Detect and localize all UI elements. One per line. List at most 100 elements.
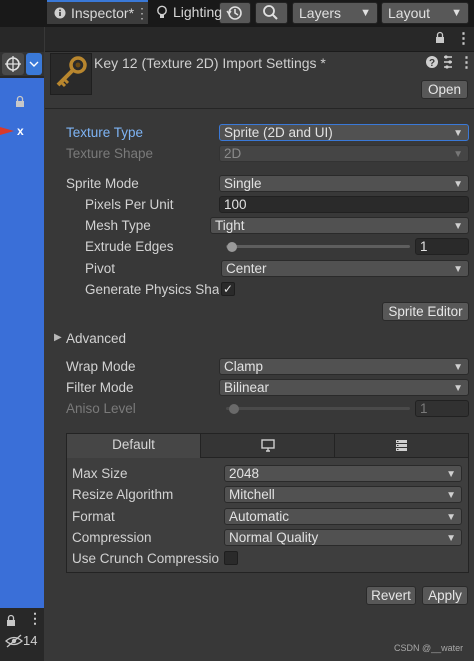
- pivot-value: Center: [226, 261, 267, 276]
- chevron-down-icon: ▼: [453, 179, 463, 190]
- lock-icon[interactable]: [434, 31, 446, 45]
- pixels-per-unit-label: Pixels Per Unit: [85, 197, 174, 212]
- extrude-edges-slider-handle[interactable]: [227, 242, 237, 252]
- texture-type-label: Texture Type: [66, 125, 144, 140]
- chevron-down-icon: ▼: [446, 469, 456, 480]
- apply-button[interactable]: Apply: [422, 586, 468, 605]
- layers-label: Layers: [299, 5, 342, 21]
- chevron-down-icon: ▼: [446, 533, 456, 544]
- filter-mode-label: Filter Mode: [66, 380, 134, 395]
- chevron-right-icon[interactable]: ▶: [54, 332, 62, 343]
- extrude-edges-input[interactable]: 1: [415, 238, 469, 255]
- format-dropdown[interactable]: Automatic ▼: [224, 508, 462, 525]
- compression-dropdown[interactable]: Normal Quality ▼: [224, 529, 462, 546]
- lock-icon[interactable]: [5, 614, 17, 627]
- tab-inspector[interactable]: Inspector* ⋮: [47, 0, 149, 24]
- texture-shape-value: 2D: [224, 146, 242, 161]
- mesh-type-dropdown[interactable]: Tight ▼: [210, 217, 469, 234]
- tab-lighting-label: Lighting: [173, 4, 223, 20]
- checkmark-icon: ✓: [222, 282, 234, 296]
- max-size-dropdown[interactable]: 2048 ▼: [224, 465, 462, 482]
- max-size-value: 2048: [229, 466, 260, 481]
- tab-inspector-label: Inspector*: [71, 5, 135, 21]
- texture-shape-dropdown: 2D ▼: [219, 145, 469, 162]
- mesh-type-label: Mesh Type: [85, 218, 151, 233]
- generate-physics-checkbox[interactable]: ✓: [221, 282, 235, 296]
- format-label: Format: [72, 509, 115, 524]
- tab-bar: [45, 27, 474, 52]
- search-button[interactable]: [255, 2, 288, 24]
- aniso-level-input: 1: [415, 400, 469, 417]
- platform-tab-server[interactable]: [335, 434, 468, 458]
- layout-dropdown[interactable]: Layout ▼: [381, 2, 469, 24]
- wrap-mode-value: Clamp: [224, 359, 264, 374]
- crunch-compression-checkbox[interactable]: [224, 551, 238, 565]
- tab-lighting[interactable]: Lighting: [152, 0, 232, 24]
- wrap-mode-dropdown[interactable]: Clamp ▼: [219, 358, 469, 375]
- kebab-icon[interactable]: ⋮: [456, 29, 471, 47]
- watermark: CSDN @__water: [394, 643, 464, 653]
- crunch-compression-label: Use Crunch Compressio: [72, 551, 220, 566]
- scene-bottom-bar: ⋮ 14: [0, 608, 44, 661]
- kebab-icon[interactable]: ⋮: [459, 53, 474, 71]
- svg-text:?: ?: [429, 58, 435, 69]
- pivot-label: Pivot: [85, 261, 116, 276]
- mesh-type-value: Tight: [215, 218, 245, 233]
- chevron-down-icon: ▼: [360, 7, 371, 19]
- aniso-level-slider-handle: [229, 404, 239, 414]
- filter-mode-value: Bilinear: [224, 380, 270, 395]
- resize-algorithm-dropdown[interactable]: Mitchell ▼: [224, 486, 462, 503]
- chevron-down-icon: ▼: [446, 490, 456, 501]
- platform-tab-default[interactable]: Default: [67, 434, 201, 458]
- scene-view[interactable]: [0, 78, 44, 608]
- open-button[interactable]: Open: [421, 80, 468, 99]
- page-title: Key 12 (Texture 2D) Import Settings *: [94, 55, 326, 71]
- info-icon: [53, 2, 67, 30]
- pixels-per-unit-input[interactable]: 100: [219, 196, 469, 213]
- extrude-edges-slider-track[interactable]: [226, 245, 410, 248]
- server-icon: [396, 440, 407, 451]
- extrude-edges-label: Extrude Edges: [85, 239, 174, 254]
- chevron-down-icon: ▼: [453, 383, 463, 394]
- wrap-mode-label: Wrap Mode: [66, 359, 136, 374]
- axis-x-label: x: [17, 124, 24, 138]
- chevron-down-icon: ▼: [453, 362, 463, 373]
- scene-toolbar: [0, 52, 44, 76]
- sprite-mode-label: Sprite Mode: [66, 176, 139, 191]
- format-value: Automatic: [229, 509, 290, 524]
- chevron-down-icon: ▼: [446, 512, 456, 523]
- presets-icon[interactable]: [441, 55, 455, 69]
- more-options-icon[interactable]: ⋮: [28, 610, 42, 627]
- layout-label: Layout: [388, 5, 431, 21]
- compression-value: Normal Quality: [229, 530, 319, 545]
- kebab-icon[interactable]: ⋮: [135, 2, 149, 24]
- aniso-level-label: Aniso Level: [66, 401, 136, 416]
- gizmo-icon[interactable]: [2, 53, 44, 75]
- texture-thumbnail: [50, 53, 92, 95]
- layers-dropdown[interactable]: Layers ▼: [292, 2, 378, 24]
- lock-icon[interactable]: [13, 95, 27, 109]
- pivot-dropdown[interactable]: Center ▼: [221, 260, 469, 277]
- platform-tab-standalone[interactable]: [201, 434, 335, 458]
- hidden-eye-icon[interactable]: [5, 634, 23, 648]
- search-icon: [263, 5, 278, 20]
- revert-button[interactable]: Revert: [366, 586, 416, 605]
- generate-physics-label: Generate Physics Sha: [85, 282, 219, 297]
- resize-algorithm-label: Resize Algorithm: [72, 487, 174, 502]
- texture-type-value: Sprite (2D and UI): [224, 125, 333, 140]
- chevron-down-icon: ▼: [453, 149, 463, 160]
- filter-mode-dropdown[interactable]: Bilinear ▼: [219, 379, 469, 396]
- sprite-editor-button[interactable]: Sprite Editor: [382, 302, 469, 321]
- resize-algorithm-value: Mitchell: [229, 487, 275, 502]
- sprite-mode-value: Single: [224, 176, 262, 191]
- advanced-foldout[interactable]: Advanced: [66, 331, 126, 346]
- divider: [45, 108, 474, 109]
- help-icon[interactable]: ?: [425, 55, 439, 72]
- chevron-down-icon: ▼: [453, 128, 463, 139]
- texture-type-dropdown[interactable]: Sprite (2D and UI) ▼: [219, 124, 469, 141]
- chevron-down-icon: ▼: [453, 264, 463, 275]
- max-size-label: Max Size: [72, 466, 128, 481]
- lightbulb-icon: [157, 5, 167, 18]
- sprite-mode-dropdown[interactable]: Single ▼: [219, 175, 469, 192]
- key-icon: [56, 56, 87, 88]
